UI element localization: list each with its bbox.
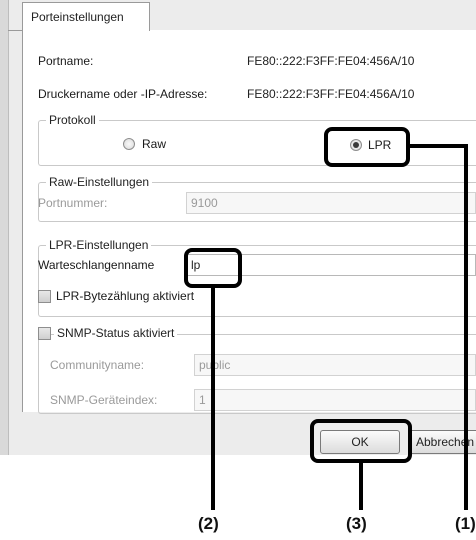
ok-highlight-box [310, 419, 412, 463]
snmp-device-index-field[interactable]: 1 [194, 389, 476, 411]
callout-2-label: (2) [198, 514, 219, 533]
lpr-bytecount-label: LPR-Bytezählung aktiviert [56, 289, 195, 303]
snmp-device-index-label: SNMP-Geräteindex: [50, 393, 158, 407]
port-number-field[interactable]: 9100 [186, 192, 476, 214]
raw-settings-legend: Raw-Einstellungen [46, 175, 153, 189]
port-name-value: FE80::222:F3FF:FE04:456A/10 [244, 50, 476, 72]
callout-1-horizontal-line [408, 144, 468, 148]
port-name-label: Portname: [38, 54, 94, 68]
community-name-field[interactable]: public [194, 354, 476, 376]
printer-address-label: Druckername oder -IP-Adresse: [38, 87, 208, 101]
callout-2-line [211, 286, 215, 510]
printer-address-value: FE80::222:F3FF:FE04:456A/10 [244, 83, 476, 105]
snmp-status-label: SNMP-Status aktiviert [54, 326, 178, 340]
callout-3-line [359, 461, 363, 510]
raw-radio[interactable] [123, 138, 135, 150]
callout-1-vertical-line [464, 144, 468, 510]
lpr-highlight-box [324, 127, 410, 167]
queue-name-label: Warteschlangenname [38, 258, 155, 272]
queue-name-highlight-box [184, 248, 242, 288]
tab-port-settings[interactable]: Porteinstellungen [22, 2, 150, 31]
dialog-left-edge [0, 0, 9, 455]
snmp-status-checkbox[interactable] [38, 327, 51, 340]
callout-3-label: (3) [346, 514, 367, 533]
lpr-bytecount-checkbox[interactable] [38, 290, 51, 303]
raw-radio-label: Raw [142, 137, 167, 151]
protocol-group [38, 120, 476, 166]
callout-1-label: (1) [455, 514, 476, 533]
community-name-label: Communityname: [50, 358, 145, 372]
port-number-label: Portnummer: [38, 196, 108, 210]
lpr-settings-legend: LPR-Einstellungen [46, 238, 152, 252]
protocol-legend: Protokoll [46, 113, 99, 127]
